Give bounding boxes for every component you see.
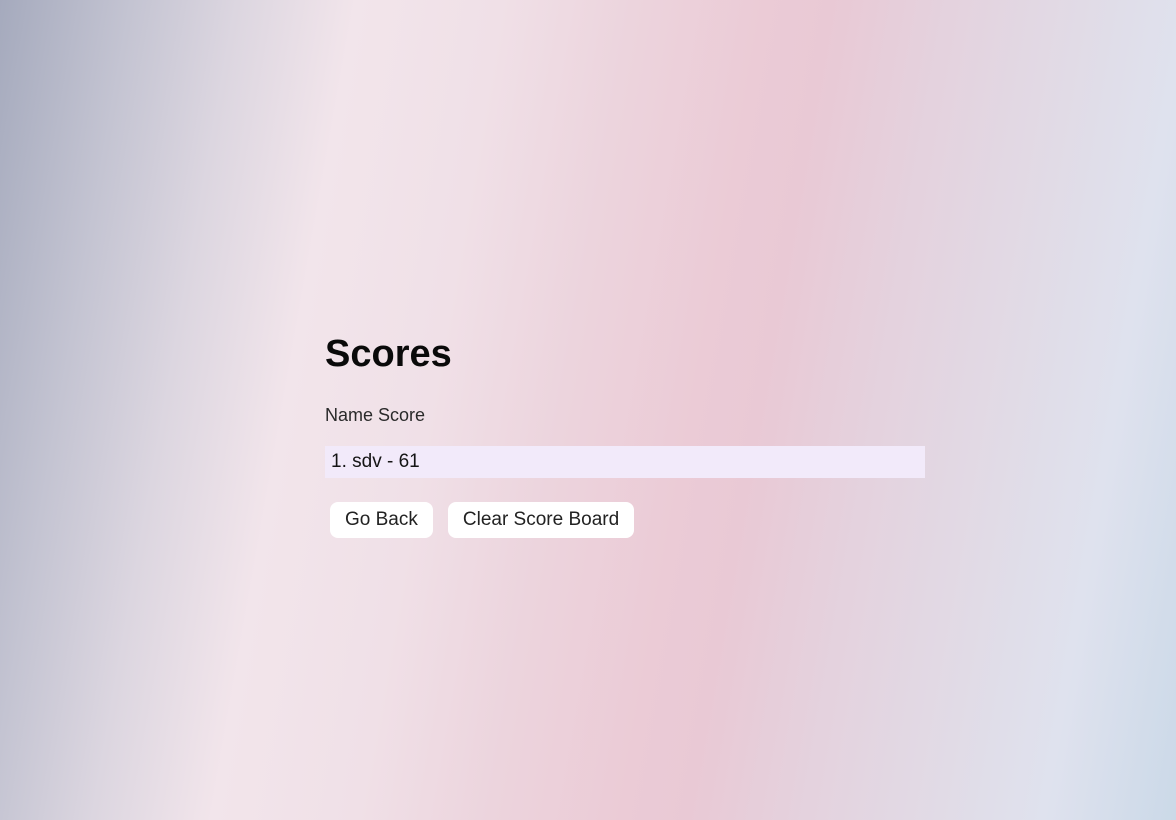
- go-back-button[interactable]: Go Back: [330, 502, 433, 538]
- column-header: Name Score: [325, 405, 426, 425]
- score-list: 1. sdv - 61: [325, 446, 925, 478]
- list-item: 1. sdv - 61: [325, 446, 925, 478]
- page-title: Scores: [325, 333, 452, 375]
- scores-panel: Scores Name Score 1. sdv - 61 Go Back Cl…: [325, 330, 925, 538]
- clear-score-board-button[interactable]: Clear Score Board: [447, 502, 635, 538]
- action-buttons: Go Back Clear Score Board: [330, 502, 925, 538]
